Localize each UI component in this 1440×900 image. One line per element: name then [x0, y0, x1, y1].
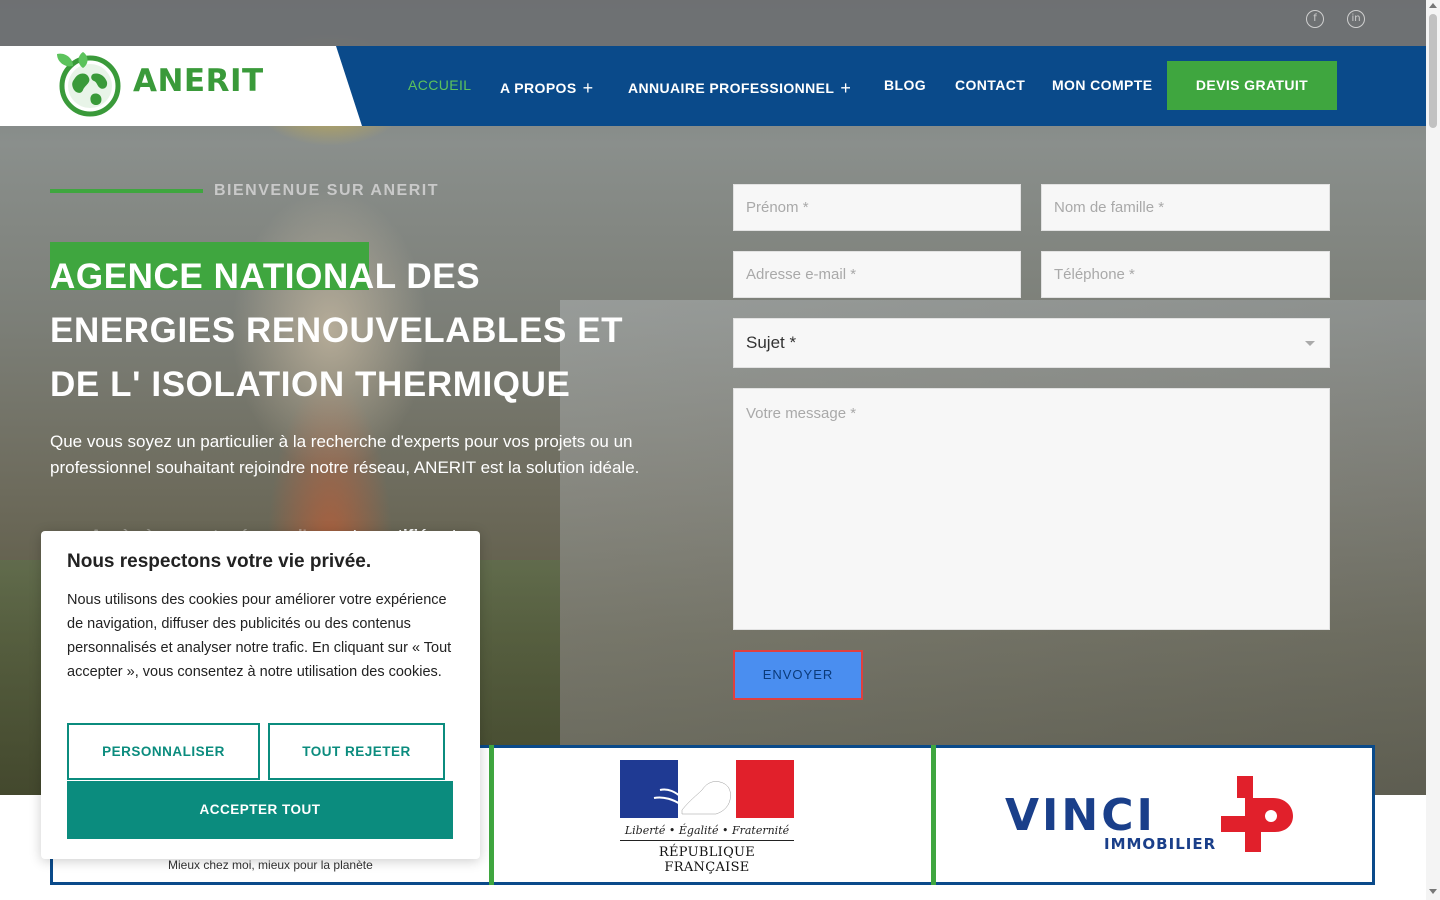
- nav-item-a-propos[interactable]: A PROPOS +: [500, 77, 594, 98]
- partner-divider: [489, 745, 494, 885]
- scroll-down-arrow-icon[interactable]: [1429, 889, 1437, 894]
- hero-eyebrow: BIENVENUE SUR ANERIT: [214, 182, 439, 199]
- rf-name: RÉPUBLIQUE FRANÇAISE: [658, 845, 756, 875]
- last-name-field[interactable]: Nom de famille *: [1041, 184, 1330, 231]
- republique-francaise-logo-icon: [620, 760, 794, 818]
- nav-item-annuaire[interactable]: ANNUAIRE PROFESSIONNEL +: [628, 77, 851, 98]
- subject-select-value: Sujet *: [746, 333, 797, 352]
- plus-icon: +: [840, 78, 852, 98]
- message-textarea[interactable]: Votre message *: [733, 388, 1330, 630]
- hero-title-line: AGENCE NATIONAL DES: [50, 257, 481, 296]
- cookie-title: Nous respectons votre vie privée.: [67, 551, 372, 572]
- nav-item-contact[interactable]: CONTACT: [955, 77, 1025, 93]
- nav-item-mon-compte[interactable]: MON COMPTE: [1052, 77, 1152, 93]
- top-bar: [0, 0, 1426, 46]
- partner-tagline: Mieux chez moi, mieux pour la planète: [168, 858, 373, 872]
- rf-motto: Liberté • Égalité • Fraternité: [624, 824, 790, 837]
- cookie-text: Nous utilisons des cookies pour améliore…: [67, 592, 452, 680]
- brand-logo-text[interactable]: ANERIT: [133, 63, 264, 99]
- nav-item-label: A PROPOS: [500, 80, 577, 96]
- rf-divider: [620, 840, 794, 841]
- nav-item-blog[interactable]: BLOG: [884, 77, 926, 93]
- page-scrollbar[interactable]: [1426, 0, 1440, 900]
- plus-icon: +: [582, 78, 594, 98]
- phone-field[interactable]: Téléphone *: [1041, 251, 1330, 298]
- vinci-logo-subtext: IMMOBILIER: [1104, 835, 1217, 853]
- vinci-logo-text: VINCI: [1005, 790, 1156, 841]
- devis-gratuit-button[interactable]: DEVIS GRATUIT: [1167, 61, 1337, 110]
- hero-description: Que vous soyez un particulier à la reche…: [50, 432, 640, 477]
- chevron-down-icon: [1305, 341, 1315, 346]
- cookie-accept-button[interactable]: ACCEPTER TOUT: [67, 781, 453, 839]
- hero-title-line: DE L' ISOLATION THERMIQUE: [50, 365, 571, 404]
- hero-title-line: ENERGIES RENOUVELABLES ET: [50, 311, 624, 350]
- subject-select[interactable]: Sujet *: [733, 318, 1330, 368]
- scrollbar-thumb[interactable]: [1429, 14, 1437, 128]
- globe-leaf-icon[interactable]: [53, 50, 123, 118]
- linkedin-icon[interactable]: in: [1347, 10, 1365, 28]
- hero-title: AGENCE NATIONAL DES ENERGIES RENOUVELABL…: [50, 250, 710, 412]
- email-field[interactable]: Adresse e-mail *: [733, 251, 1021, 298]
- partner-divider: [931, 745, 936, 885]
- facebook-icon[interactable]: f: [1306, 10, 1324, 28]
- vinci-cross-icon: [1215, 776, 1295, 852]
- scroll-up-arrow-icon[interactable]: [1429, 3, 1437, 8]
- nav-item-label: ANNUAIRE PROFESSIONNEL: [628, 80, 835, 96]
- cookie-customize-button[interactable]: PERSONNALISER: [67, 723, 260, 780]
- nav-item-accueil[interactable]: ACCUEIL: [408, 77, 471, 93]
- first-name-field[interactable]: Prénom *: [733, 184, 1021, 231]
- send-button[interactable]: ENVOYER: [733, 650, 863, 700]
- eyebrow-divider: [50, 189, 203, 193]
- cookie-reject-button[interactable]: TOUT REJETER: [268, 723, 445, 780]
